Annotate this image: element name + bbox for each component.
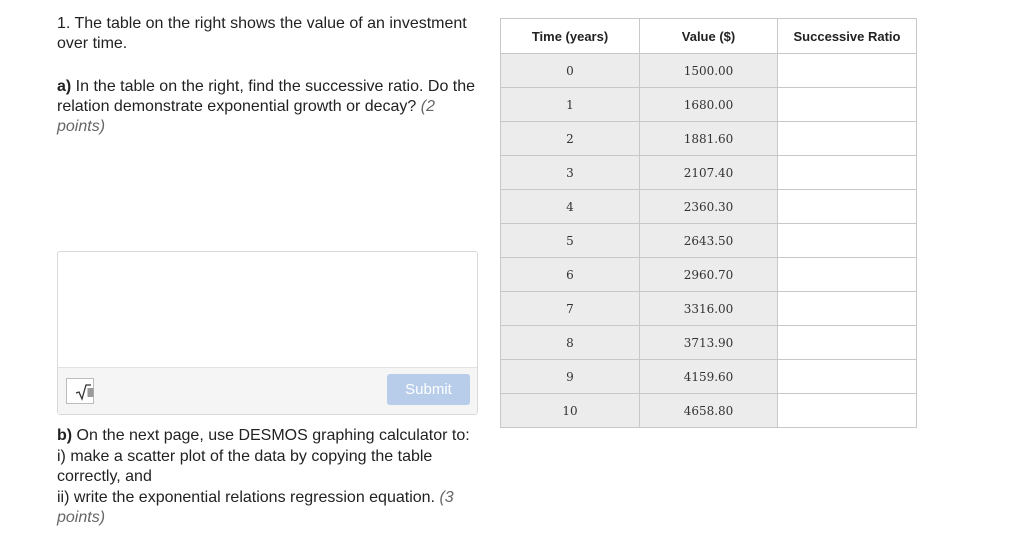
time-cell: 0 bbox=[500, 53, 640, 88]
table-row: 4 2360.30 bbox=[500, 189, 917, 224]
ratio-input[interactable] bbox=[778, 394, 916, 427]
table-row: 9 4159.60 bbox=[500, 359, 917, 394]
ratio-cell[interactable] bbox=[777, 291, 917, 326]
value-cell: 3316.00 bbox=[639, 291, 778, 326]
table-row: 10 4658.80 bbox=[500, 393, 917, 428]
part-b-item-ii-text: ii) write the exponential relations regr… bbox=[57, 488, 440, 506]
value-cell: 2360.30 bbox=[639, 189, 778, 224]
time-cell: 5 bbox=[500, 223, 640, 258]
question-panel: 1. The table on the right shows the valu… bbox=[57, 14, 487, 135]
ratio-cell[interactable] bbox=[777, 53, 917, 88]
value-cell: 3713.90 bbox=[639, 325, 778, 360]
ratio-cell[interactable] bbox=[777, 87, 917, 122]
value-cell: 1881.60 bbox=[639, 121, 778, 156]
value-cell: 1680.00 bbox=[639, 87, 778, 122]
ratio-input[interactable] bbox=[778, 292, 916, 325]
square-root-icon bbox=[75, 384, 94, 401]
part-b-item-ii: ii) write the exponential relations regr… bbox=[57, 488, 487, 529]
part-b-body: On the next page, use DESMOS graphing ca… bbox=[72, 427, 470, 444]
submit-button[interactable]: Submit bbox=[387, 374, 470, 405]
ratio-cell[interactable] bbox=[777, 359, 917, 394]
ratio-cell[interactable] bbox=[777, 155, 917, 190]
table-row: 5 2643.50 bbox=[500, 223, 917, 258]
header-ratio: Successive Ratio bbox=[777, 18, 917, 54]
part-b-intro: b) On the next page, use DESMOS graphing… bbox=[57, 426, 487, 447]
ratio-cell[interactable] bbox=[777, 189, 917, 224]
value-cell: 2643.50 bbox=[639, 223, 778, 258]
time-cell: 3 bbox=[500, 155, 640, 190]
value-cell: 4658.80 bbox=[639, 393, 778, 428]
ratio-input[interactable] bbox=[778, 156, 916, 189]
math-editor-button[interactable] bbox=[66, 378, 94, 404]
table-row: 1 1680.00 bbox=[500, 87, 917, 122]
part-b-label: b) bbox=[57, 427, 73, 444]
answer-toolbar: Submit bbox=[58, 367, 477, 414]
header-time: Time (years) bbox=[500, 18, 640, 54]
table-row: 7 3316.00 bbox=[500, 291, 917, 326]
part-a-label: a) bbox=[57, 78, 72, 95]
answer-input[interactable] bbox=[58, 252, 477, 369]
ratio-input[interactable] bbox=[778, 326, 916, 359]
table-row: 3 2107.40 bbox=[500, 155, 917, 190]
table-row: 6 2960.70 bbox=[500, 257, 917, 292]
ratio-input[interactable] bbox=[778, 224, 916, 257]
time-cell: 8 bbox=[500, 325, 640, 360]
value-cell: 4159.60 bbox=[639, 359, 778, 394]
ratio-input[interactable] bbox=[778, 88, 916, 121]
ratio-cell[interactable] bbox=[777, 325, 917, 360]
ratio-cell[interactable] bbox=[777, 121, 917, 156]
time-cell: 1 bbox=[500, 87, 640, 122]
table-row: 8 3713.90 bbox=[500, 325, 917, 360]
ratio-input[interactable] bbox=[778, 190, 916, 223]
ratio-input[interactable] bbox=[778, 360, 916, 393]
part-b-item-i: i) make a scatter plot of the data by co… bbox=[57, 447, 433, 486]
ratio-cell[interactable] bbox=[777, 393, 917, 428]
ratio-input[interactable] bbox=[778, 122, 916, 155]
answer-box: Submit bbox=[57, 251, 478, 415]
question-intro: 1. The table on the right shows the valu… bbox=[57, 15, 467, 52]
part-b-text: b) On the next page, use DESMOS graphing… bbox=[57, 426, 487, 529]
ratio-input[interactable] bbox=[778, 54, 916, 87]
ratio-cell[interactable] bbox=[777, 223, 917, 258]
part-a-body: In the table on the right, find the succ… bbox=[57, 78, 476, 115]
table-header-row: Time (years) Value ($) Successive Ratio bbox=[500, 18, 917, 54]
investment-table: Time (years) Value ($) Successive Ratio … bbox=[500, 18, 917, 428]
part-a-text: a) In the table on the right, find the s… bbox=[57, 77, 487, 137]
time-cell: 2 bbox=[500, 121, 640, 156]
time-cell: 7 bbox=[500, 291, 640, 326]
ratio-input[interactable] bbox=[778, 258, 916, 291]
value-cell: 2960.70 bbox=[639, 257, 778, 292]
time-cell: 4 bbox=[500, 189, 640, 224]
table-row: 2 1881.60 bbox=[500, 121, 917, 156]
time-cell: 10 bbox=[500, 393, 640, 428]
value-cell: 2107.40 bbox=[639, 155, 778, 190]
value-cell: 1500.00 bbox=[639, 53, 778, 88]
table-row: 0 1500.00 bbox=[500, 53, 917, 88]
header-value: Value ($) bbox=[639, 18, 778, 54]
time-cell: 9 bbox=[500, 359, 640, 394]
time-cell: 6 bbox=[500, 257, 640, 292]
ratio-cell[interactable] bbox=[777, 257, 917, 292]
